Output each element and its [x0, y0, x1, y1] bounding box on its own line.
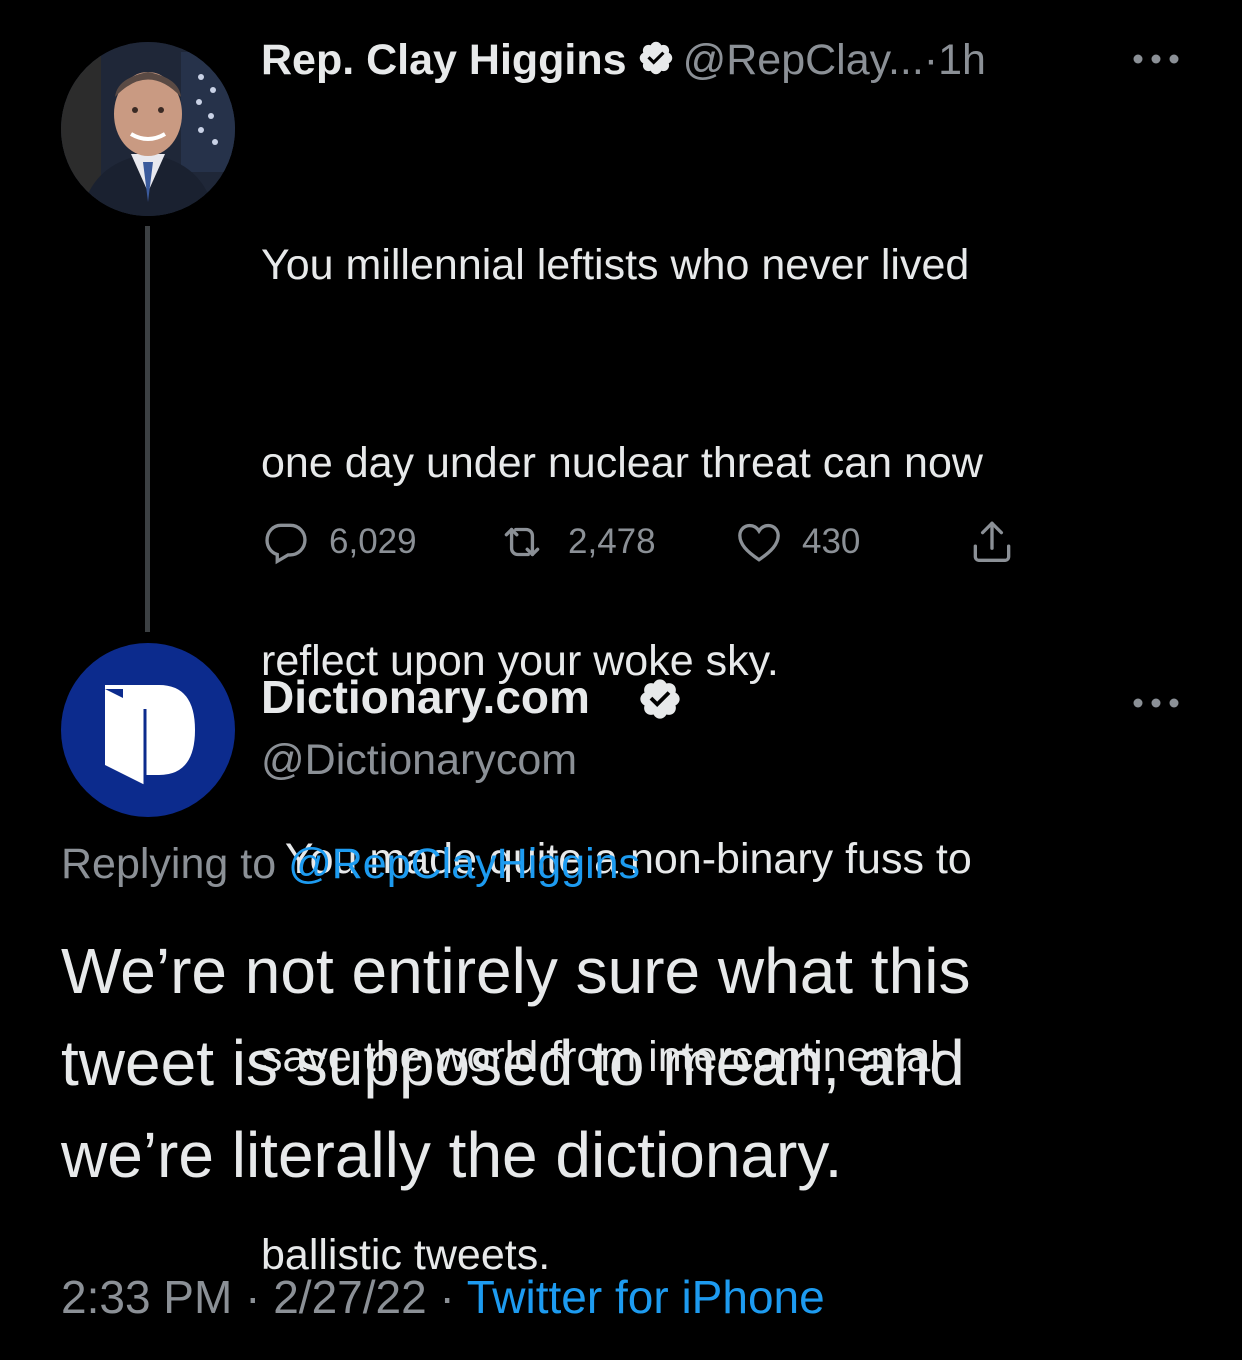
dictionary-logo-icon: [61, 643, 235, 817]
tweet1-separator: ·: [923, 36, 939, 84]
tweet2-date[interactable]: 2/27/22: [273, 1271, 426, 1323]
replying-mention-link[interactable]: @RepClayHiggins: [288, 840, 640, 888]
tweet2-line: we’re literally the dictionary.: [61, 1119, 843, 1191]
reply-button[interactable]: 6,029: [261, 515, 417, 569]
reply-icon: [265, 523, 307, 565]
tweet2-line: tweet is supposed to mean, and: [61, 1027, 965, 1099]
retweet-button[interactable]: 2,478: [494, 515, 656, 569]
tweet-source-link[interactable]: Twitter for iPhone: [467, 1271, 825, 1323]
verified-badge-icon: [637, 39, 675, 82]
avatar-dictionary[interactable]: [61, 643, 235, 817]
like-button[interactable]: 430: [734, 515, 860, 569]
tweet2-meta: 2:33 PM · 2/27/22 · Twitter for iPhone: [61, 1270, 825, 1324]
heart-icon: [738, 523, 780, 562]
tweet2-handle[interactable]: @Dictionarycom: [261, 736, 577, 785]
tweet2-text: We’re not entirely sure what this tweet …: [61, 925, 1191, 1201]
tweet1-line: one day under nuclear threat can now: [261, 439, 983, 487]
replying-to: Replying to @RepClayHiggins: [61, 840, 640, 889]
tweet2-time[interactable]: 2:33 PM: [61, 1271, 232, 1323]
replying-prefix: Replying to: [61, 840, 277, 888]
retweet-count: 2,478: [568, 522, 656, 561]
thread-line: [145, 226, 150, 632]
tweet2-more-icon[interactable]: [1128, 688, 1184, 718]
tweet1-header: Rep. Clay Higgins @RepClay...·1h: [261, 36, 1191, 96]
profile-photo: [61, 42, 235, 216]
avatar-rep-clay-higgins[interactable]: [61, 42, 235, 216]
tweet1-time[interactable]: 1h: [938, 36, 986, 84]
meta-separator: ·: [245, 1271, 261, 1323]
verified-badge-icon: [637, 676, 683, 727]
meta-separator: ·: [439, 1271, 455, 1323]
retweet-icon: [504, 527, 540, 557]
share-icon: [973, 521, 1011, 562]
share-button[interactable]: [966, 515, 1018, 569]
tweet1-line: You millennial leftists who never lived: [261, 241, 970, 289]
tweet2-display-name[interactable]: Dictionary.com: [261, 670, 590, 724]
reply-count: 6,029: [329, 522, 417, 561]
tweet1-handle[interactable]: @RepClay...: [683, 36, 924, 84]
tweet2-line: We’re not entirely sure what this: [61, 935, 971, 1007]
tweet1-display-name[interactable]: Rep. Clay Higgins: [261, 36, 627, 84]
tweet1-more-icon[interactable]: [1128, 44, 1184, 74]
like-count: 430: [802, 522, 861, 561]
